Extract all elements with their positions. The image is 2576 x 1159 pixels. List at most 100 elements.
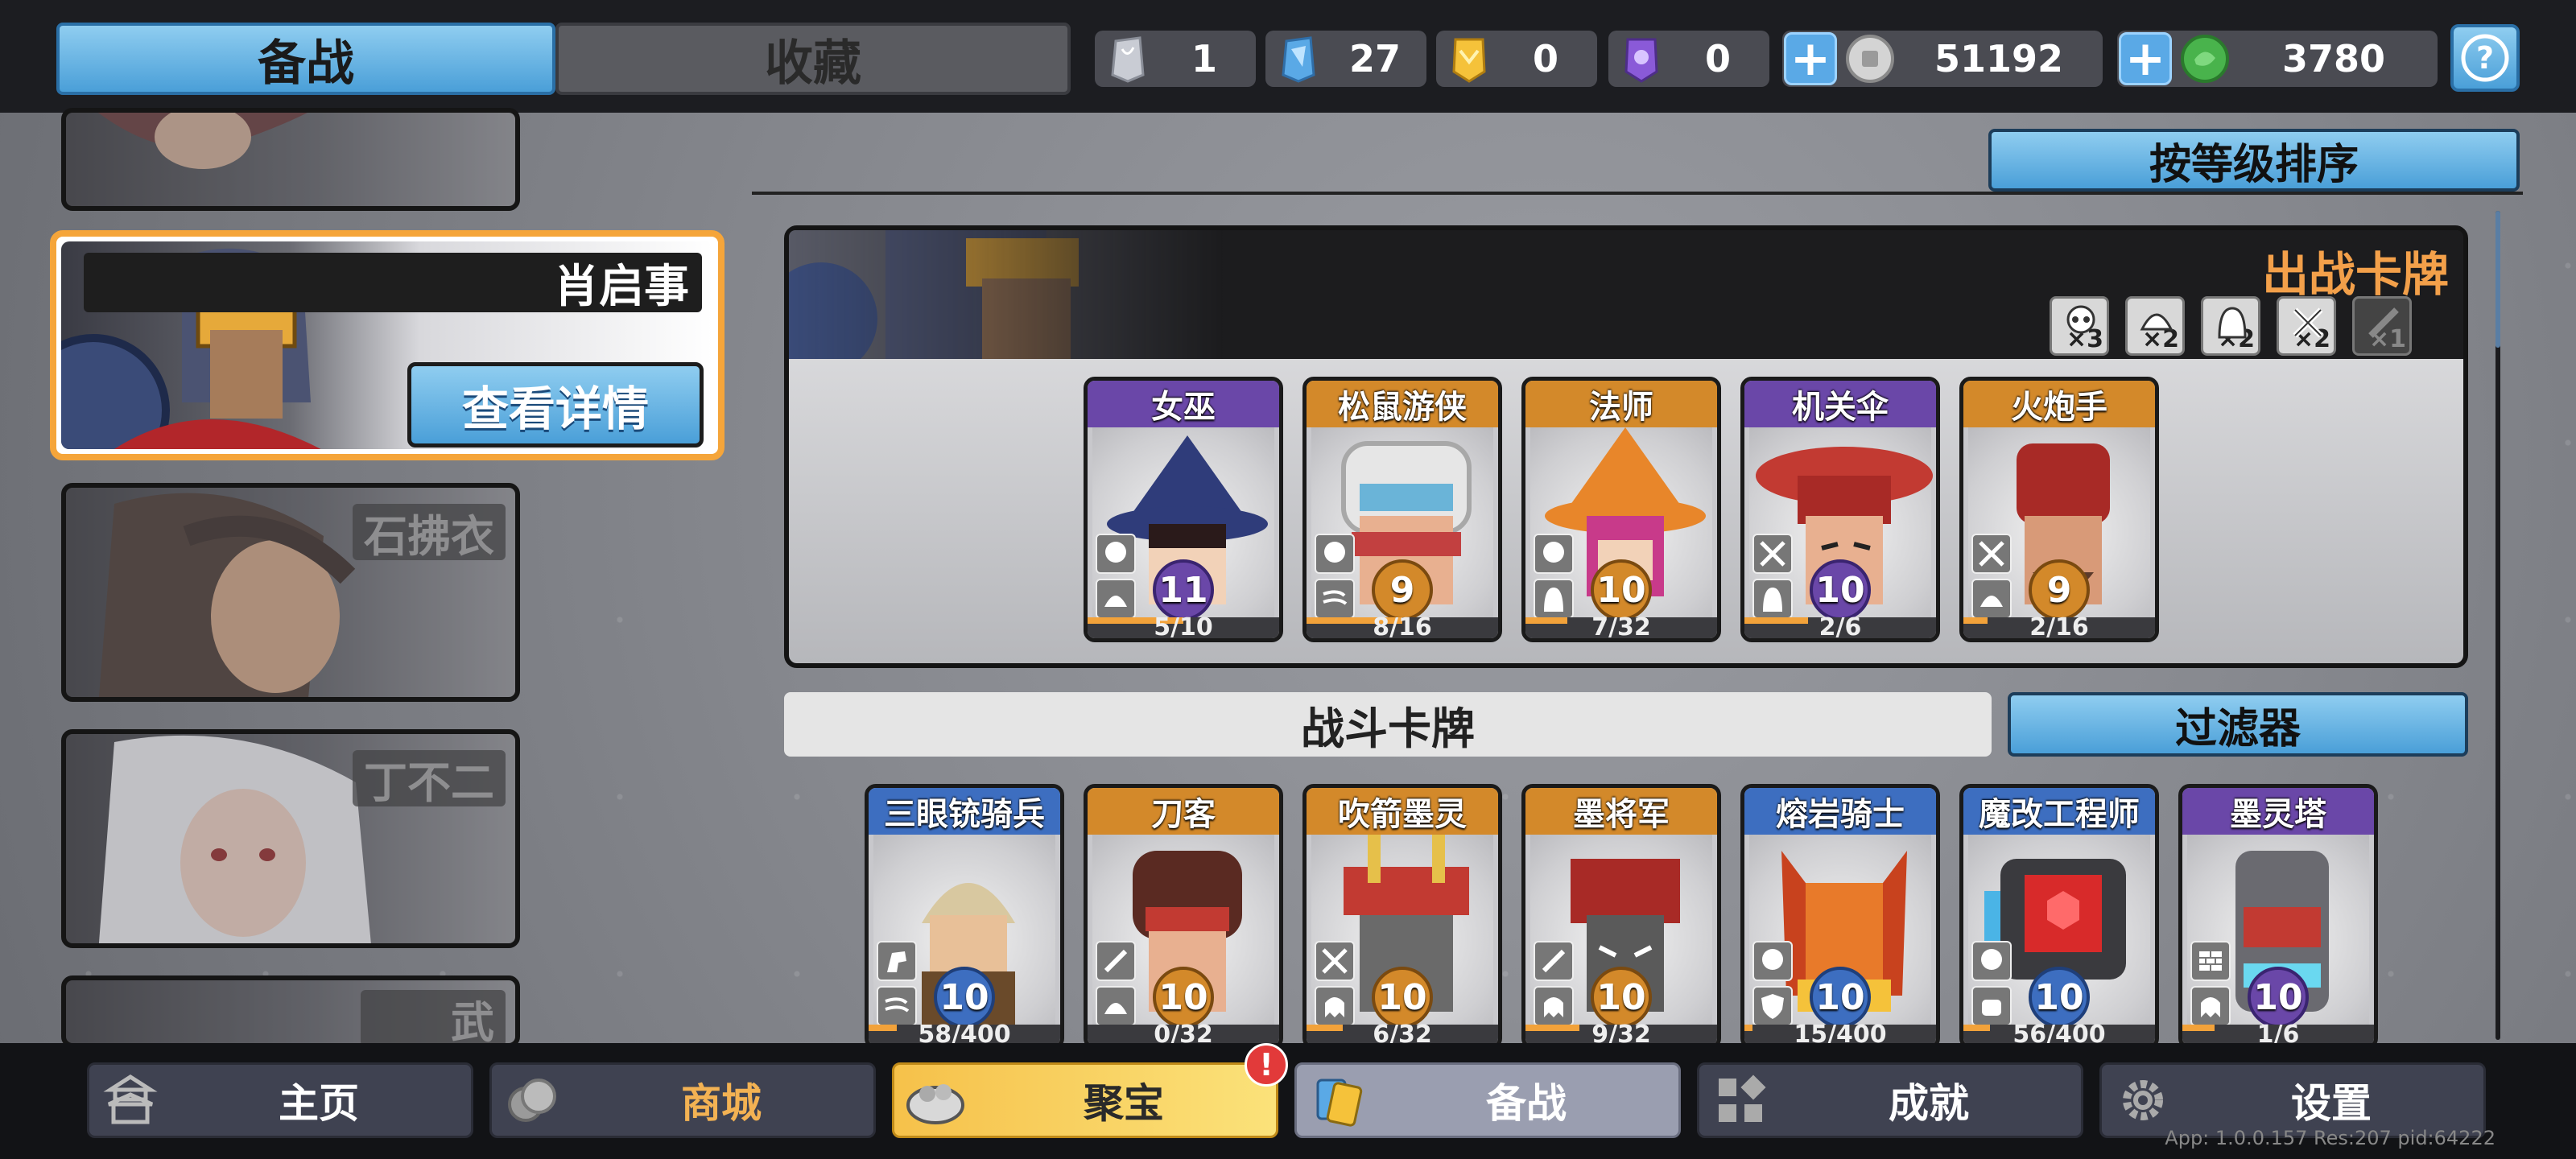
deck-header: 出战卡牌 ×3 ×2 ×2 ×2 ×1 — [789, 230, 2463, 359]
blue-crystal-icon — [1274, 31, 1323, 87]
battle-card[interactable]: 墨将军 10 9/32 — [1521, 784, 1721, 1050]
hero-portrait — [98, 113, 308, 169]
fist-icon — [1971, 986, 2012, 1026]
card-name: 熔岩骑士 — [1744, 788, 1936, 835]
resource-silver-crystal: 1 — [1095, 31, 1256, 87]
sort-by-level-button[interactable]: 按等级排序 — [1988, 129, 2520, 192]
crossed-swords-icon — [1315, 941, 1355, 981]
card-level: 10 — [934, 967, 995, 1028]
wind-icon — [1315, 579, 1355, 619]
help-button[interactable]: ? — [2450, 24, 2520, 92]
card-level: 9 — [2029, 559, 2090, 621]
card-level: 9 — [1372, 559, 1433, 621]
resource-value: 51192 — [1934, 37, 2064, 80]
hood-icon — [2218, 307, 2247, 339]
hero-card-selected[interactable]: 肖启事 查看详情 — [50, 230, 724, 460]
card-level: 10 — [2248, 967, 2309, 1028]
hero-name: 石拂衣 — [353, 504, 506, 562]
card-level: 11 — [1153, 559, 1214, 621]
battle-card[interactable]: 吹箭墨灵 10 6/32 — [1302, 784, 1502, 1050]
nav-label: 成就 — [1889, 1080, 1969, 1127]
shield-icon — [1752, 986, 1793, 1026]
scrollbar-thumb[interactable] — [2496, 211, 2500, 348]
hero-card[interactable]: 石拂衣 — [61, 483, 520, 702]
pagoda-icon — [94, 1064, 167, 1136]
gear-icon — [2107, 1064, 2179, 1136]
battle-card[interactable]: 三眼铳骑兵 10 58/400 — [865, 784, 1064, 1050]
resource-value: 0 — [1704, 37, 1731, 80]
helmet-icon — [2140, 313, 2174, 331]
green-gem-icon — [2180, 31, 2230, 87]
card-name: 刀客 — [1088, 788, 1279, 835]
battle-card[interactable]: 魔改工程师 10 56/400 — [1959, 784, 2159, 1050]
nav-label: 设置 — [2291, 1080, 2372, 1127]
card-name: 墨灵塔 — [2182, 788, 2374, 835]
nav-label: 聚宝 — [1084, 1080, 1164, 1127]
resource-value: 3780 — [2281, 37, 2386, 80]
purple-crystal-icon — [1616, 31, 1666, 87]
hero-portrait — [98, 735, 371, 943]
hood-icon — [1534, 579, 1574, 619]
card-name: 机关伞 — [1744, 381, 1936, 427]
card-level: 10 — [1810, 559, 1871, 621]
card-level: 10 — [1372, 967, 1433, 1028]
nav-treasure[interactable]: 聚宝 — [892, 1062, 1278, 1138]
add-coin-button[interactable]: + — [1784, 31, 1837, 87]
card-level: 10 — [2029, 967, 2090, 1028]
skull-icon — [1315, 534, 1355, 574]
counter-hood: ×2 — [2201, 296, 2260, 356]
nav-shop[interactable]: 商城 — [489, 1062, 876, 1138]
hero-card-partial[interactable] — [61, 108, 520, 211]
helmet-icon — [1971, 579, 2012, 619]
achievement-grid-icon — [1704, 1064, 1777, 1136]
horse-icon — [877, 941, 917, 981]
deck-card[interactable]: 女巫 11 5/10 — [1084, 377, 1283, 642]
deck-card[interactable]: 松鼠游侠 9 8/16 — [1302, 377, 1502, 642]
resource-value: 1 — [1191, 37, 1217, 80]
blade-icon — [2368, 307, 2399, 338]
hero-name: 武 — [361, 990, 506, 1043]
battle-card[interactable]: 墨灵塔 10 1/6 — [2178, 784, 2378, 1050]
coins-icon — [497, 1064, 569, 1136]
deck-card[interactable]: 火炮手 9 2/16 — [1959, 377, 2159, 642]
hero-portrait — [98, 493, 356, 697]
resource-blue-crystal: 27 — [1265, 31, 1426, 87]
filter-button[interactable]: 过滤器 — [2008, 692, 2468, 757]
nav-label: 商城 — [681, 1080, 762, 1127]
hero-name: 肖启事 — [84, 253, 702, 313]
deck-card[interactable]: 机关伞 10 2/6 — [1740, 377, 1940, 642]
view-details-button[interactable]: 查看详情 — [407, 362, 704, 448]
resource-coin: + 51192 — [1782, 31, 2103, 87]
tab-prep[interactable]: 备战 — [56, 23, 555, 95]
hero-card[interactable]: 丁不二 — [61, 729, 520, 948]
battle-card[interactable]: 刀客 10 0/32 — [1084, 784, 1283, 1050]
battle-card[interactable]: 熔岩骑士 10 15/400 — [1740, 784, 1940, 1050]
silver-coin-icon — [1845, 31, 1895, 87]
wind-icon — [877, 986, 917, 1026]
crossed-swords-icon — [2293, 307, 2323, 338]
ghost-icon — [1534, 986, 1574, 1026]
card-name: 三眼铳骑兵 — [869, 788, 1060, 835]
deck-card[interactable]: 法师 10 7/32 — [1521, 377, 1721, 642]
crossed-swords-icon — [1971, 534, 2012, 574]
hero-card-partial[interactable]: 武 — [61, 975, 520, 1048]
card-progress: 5/10 — [1088, 616, 1279, 638]
nav-label: 备战 — [1486, 1080, 1567, 1127]
brick-wall-icon — [2190, 941, 2231, 981]
treasure-bowl-icon — [899, 1064, 972, 1136]
card-name: 魔改工程师 — [1963, 788, 2155, 835]
nav-home[interactable]: 主页 — [87, 1062, 473, 1138]
silver-crystal-icon — [1103, 31, 1153, 87]
add-gem-button[interactable]: + — [2119, 31, 2172, 87]
nav-achievements[interactable]: 成就 — [1697, 1062, 2083, 1138]
counter-blade: ×1 — [2352, 296, 2412, 356]
skull-icon — [2066, 305, 2095, 334]
card-level: 10 — [1591, 559, 1652, 621]
crossed-swords-icon — [1752, 534, 1793, 574]
card-progress: 2/16 — [1963, 616, 2155, 638]
svg-text:?: ? — [2476, 40, 2494, 76]
hero-banner-portrait — [789, 230, 1224, 359]
tab-collection[interactable]: 收藏 — [555, 23, 1071, 95]
nav-prep[interactable]: 备战 — [1294, 1062, 1681, 1138]
counter-swords: ×2 — [2277, 296, 2336, 356]
